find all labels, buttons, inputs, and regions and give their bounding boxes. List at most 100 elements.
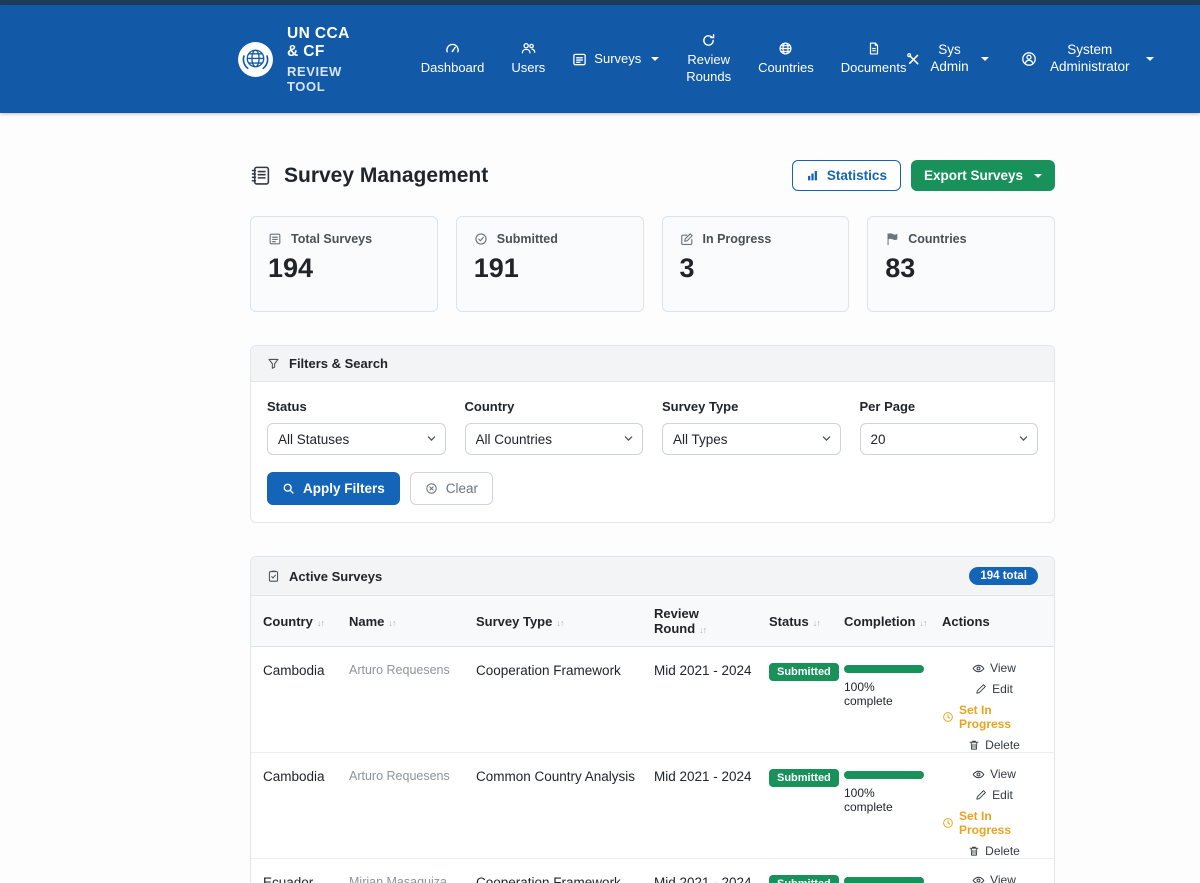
apply-filters-button[interactable]: Apply Filters — [267, 472, 400, 505]
brand-line2: REVIEW TOOL — [287, 64, 363, 94]
sort-icon: ↓↑ — [813, 618, 820, 628]
delete-action[interactable]: Delete — [968, 844, 1020, 858]
pencil-square-icon — [680, 232, 694, 246]
column-country[interactable]: Country↓↑ — [251, 596, 341, 647]
per-page-select[interactable]: 20 — [860, 423, 1039, 455]
table-row: Cambodia Arturo Requesens Cooperation Fr… — [251, 647, 1054, 753]
set-in-progress-action[interactable]: Set In Progress — [942, 703, 1046, 731]
nav-users-label: Users — [511, 60, 545, 76]
nav-surveys[interactable]: Surveys — [572, 51, 659, 67]
brand[interactable]: UN CCA & CF REVIEW TOOL — [237, 25, 363, 94]
country-filter-label: Country — [465, 399, 644, 414]
cell-review-round: Mid 2021 - 2024 — [646, 859, 761, 883]
sort-icon: ↓↑ — [388, 618, 395, 628]
surveys-panel-header: Active Surveys 194 total — [251, 557, 1054, 596]
trash-icon — [968, 845, 980, 857]
x-circle-icon — [425, 482, 438, 495]
document-icon — [867, 41, 881, 56]
caret-down-icon — [1034, 174, 1042, 178]
status-badge: Submitted — [769, 769, 839, 787]
stat-value: 191 — [474, 253, 626, 284]
filters-panel-title: Filters & Search — [289, 356, 388, 371]
nav-sys-admin-label: Sys Admin — [928, 42, 970, 76]
stat-card-countries: Countries 83 — [867, 216, 1055, 312]
stat-cards: Total Surveys 194 Submitted 191 — [250, 216, 1055, 312]
clock-icon — [942, 817, 954, 829]
cell-review-round: Mid 2021 - 2024 — [646, 647, 761, 753]
delete-action[interactable]: Delete — [968, 738, 1020, 752]
cell-name: Arturo Requesens — [341, 647, 468, 753]
edit-action[interactable]: Edit — [975, 788, 1013, 802]
statistics-button[interactable]: Statistics — [792, 160, 901, 191]
caret-down-icon — [981, 57, 989, 61]
cell-review-round: Mid 2021 - 2024 — [646, 753, 761, 859]
stat-label: Total Surveys — [291, 232, 372, 246]
status-select[interactable]: All Statuses — [267, 423, 446, 455]
nav-countries[interactable]: Countries — [758, 41, 814, 76]
cell-survey-type: Common Country Analysis — [468, 753, 646, 859]
nav-review-rounds[interactable]: Review Rounds — [686, 33, 731, 85]
nav-documents[interactable]: Documents — [841, 41, 907, 76]
total-count-badge: 194 total — [969, 567, 1038, 585]
caret-down-icon — [651, 57, 659, 61]
sort-icon: ↓↑ — [317, 618, 324, 628]
completion-text: 100% complete — [844, 680, 926, 708]
flag-icon — [885, 232, 899, 246]
filters-panel-header: Filters & Search — [251, 346, 1054, 382]
view-action[interactable]: View — [972, 873, 1016, 883]
main-content: Survey Management Statistics Export Surv… — [250, 113, 1055, 883]
set-in-progress-action[interactable]: Set In Progress — [942, 809, 1046, 837]
country-select[interactable]: All Countries — [465, 423, 644, 455]
nav-dashboard-label: Dashboard — [421, 60, 485, 76]
cell-actions: View Edit Set In Progress Delete — [934, 859, 1054, 883]
column-status[interactable]: Status↓↑ — [761, 596, 836, 647]
column-survey-type[interactable]: Survey Type↓↑ — [468, 596, 646, 647]
view-action[interactable]: View — [972, 767, 1016, 781]
journal-icon — [250, 165, 271, 186]
nav-account-label: System Administrator — [1044, 42, 1136, 76]
clear-filters-button[interactable]: Clear — [410, 472, 493, 505]
stat-card-total-surveys: Total Surveys 194 — [250, 216, 438, 312]
column-completion[interactable]: Completion↓↑ — [836, 596, 934, 647]
surveys-panel-title: Active Surveys — [289, 569, 382, 584]
surveys-panel: Active Surveys 194 total Country↓↑ Name↓… — [250, 556, 1055, 883]
status-badge: Submitted — [769, 875, 839, 883]
filter-survey-type: Survey Type All Types — [662, 399, 841, 455]
completion-text: 100% complete — [844, 786, 926, 814]
check-circle-icon — [474, 232, 488, 246]
filter-buttons: Apply Filters Clear — [267, 472, 1038, 505]
statistics-button-label: Statistics — [827, 168, 887, 183]
surveys-table: Country↓↑ Name↓↑ Survey Type↓↑ Review Ro… — [251, 596, 1054, 883]
edit-action[interactable]: Edit — [975, 682, 1013, 696]
survey-card-icon — [572, 52, 587, 67]
clear-filters-label: Clear — [446, 481, 478, 496]
eye-icon — [972, 874, 985, 883]
stat-label: Countries — [908, 232, 966, 246]
nav-account[interactable]: System Administrator — [1021, 42, 1154, 76]
column-actions: Actions — [934, 596, 1054, 647]
apply-filters-label: Apply Filters — [303, 481, 385, 496]
stat-card-in-progress: In Progress 3 — [662, 216, 850, 312]
users-icon — [521, 41, 536, 56]
cell-actions: View Edit Set In Progress Delete — [934, 647, 1054, 753]
survey-type-select[interactable]: All Types — [662, 423, 841, 455]
column-review-round[interactable]: Review Round↓↑ — [646, 596, 761, 647]
nav-users[interactable]: Users — [511, 41, 545, 76]
sort-icon: ↓↑ — [556, 618, 563, 628]
nav-dashboard[interactable]: Dashboard — [421, 41, 485, 76]
view-action[interactable]: View — [972, 661, 1016, 675]
main-nav: Dashboard Users Surveys — [421, 33, 907, 85]
table-row: Ecuador Mirian Masaquiza Cooperation Fra… — [251, 859, 1054, 883]
cell-name: Arturo Requesens — [341, 753, 468, 859]
stat-label: Submitted — [497, 232, 558, 246]
stat-value: 3 — [680, 253, 832, 284]
nav-sys-admin[interactable]: Sys Admin — [906, 42, 988, 76]
column-name[interactable]: Name↓↑ — [341, 596, 468, 647]
sort-icon: ↓↑ — [699, 625, 706, 635]
cell-survey-type: Cooperation Framework — [468, 859, 646, 883]
clipboard-check-icon — [267, 569, 280, 583]
progress-bar — [844, 877, 924, 883]
pencil-icon — [975, 683, 987, 695]
export-surveys-button[interactable]: Export Surveys — [911, 160, 1055, 191]
stat-label: In Progress — [703, 232, 772, 246]
